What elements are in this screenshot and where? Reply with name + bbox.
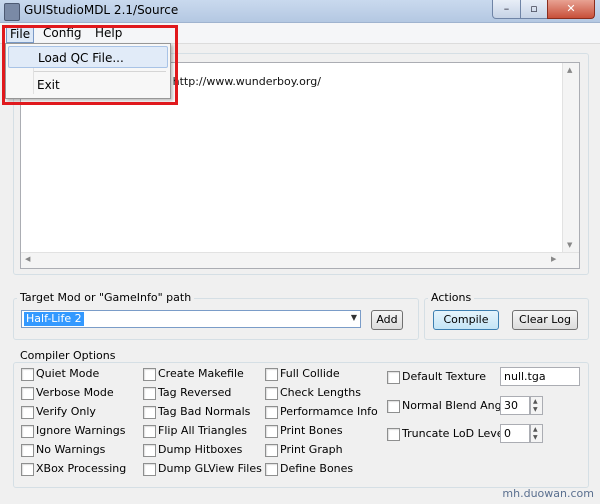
checkbox-box[interactable] [143,463,156,476]
truncate-lod-level-field[interactable]: 0 [500,424,530,443]
scroll-left-icon[interactable]: ◀ [25,255,30,263]
checkbox-box[interactable] [143,368,156,381]
checkbox-box[interactable] [143,387,156,400]
checkbox-label: Truncate LoD Level [402,427,507,440]
spin-down-icon[interactable]: ▼ [533,434,538,441]
menu-item-load-qc[interactable]: Load QC File... [8,46,168,68]
watermark-text: mh.duowan.com [502,487,594,500]
checkbox-label: Dump Hitboxes [158,443,243,456]
spin-up-icon[interactable]: ▲ [533,426,538,433]
checkbox-box[interactable] [21,368,34,381]
checkbox-label: Tag Bad Normals [158,405,251,418]
checkbox-label: Create Makefile [158,367,244,380]
chevron-down-icon[interactable]: ▼ [351,313,357,322]
clear-log-button[interactable]: Clear Log [512,310,578,330]
checkbox-box[interactable] [387,400,400,413]
checkbox-label: Quiet Mode [36,367,100,380]
close-button[interactable]: ✕ [547,0,595,19]
checkbox-label: Normal Blend Angle [402,399,512,412]
compile-button[interactable]: Compile [433,310,499,330]
title-bar: GUIStudioMDL 2.1/Source – ▫ ✕ [0,0,600,23]
checkbox-label: Full Collide [280,367,340,380]
menu-item-exit[interactable]: Exit [8,74,168,96]
minimize-button[interactable]: – [492,0,521,19]
checkbox-label: Default Texture [402,370,486,383]
menu-file[interactable]: File [6,25,35,43]
checkbox-label: Tag Reversed [158,386,232,399]
checkbox-box[interactable] [21,425,34,438]
menu-bar: File Config Help [0,23,600,44]
checkbox-box[interactable] [21,444,34,457]
spin-up-icon[interactable]: ▲ [533,398,538,405]
checkbox-box[interactable] [265,387,278,400]
target-mod-combobox[interactable]: Half-Life 2 ▼ [21,310,361,328]
vertical-scrollbar[interactable]: ▲ ▼ [562,63,579,253]
checkbox-box[interactable] [143,406,156,419]
default-texture-field[interactable]: null.tga [500,367,580,386]
checkbox-label: Flip All Triangles [158,424,247,437]
scroll-down-icon[interactable]: ▼ [567,241,572,249]
checkbox-box[interactable] [265,368,278,381]
target-mod-value: Half-Life 2 [24,312,84,326]
checkbox-label: Print Bones [280,424,343,437]
scroll-up-icon[interactable]: ▲ [567,66,572,74]
menu-config[interactable]: Config [40,25,85,41]
scroll-right-icon[interactable]: ▶ [551,255,556,263]
checkbox-label: Ignore Warnings [36,424,126,437]
truncate-lod-level-stepper[interactable]: ▲ ▼ [530,424,543,443]
checkbox-box[interactable] [21,406,34,419]
checkbox-label: XBox Processing [36,462,127,475]
checkbox-box[interactable] [143,425,156,438]
file-menu-dropdown: Load QC File... Exit [5,43,171,99]
spin-down-icon[interactable]: ▼ [533,406,538,413]
menu-help[interactable]: Help [92,25,125,41]
app-icon [4,3,20,21]
window-title: GUIStudioMDL 2.1/Source [24,3,179,17]
checkbox-box[interactable] [387,371,400,384]
compiler-options-label: Compiler Options [17,349,119,362]
checkbox-box[interactable] [21,387,34,400]
checkbox-label: Define Bones [280,462,354,475]
horizontal-scrollbar[interactable]: ◀ ▶ [21,252,579,268]
checkbox-box[interactable] [387,428,400,441]
checkbox-label: Verbose Mode [36,386,114,399]
actions-label: Actions [428,291,475,304]
add-button[interactable]: Add [371,310,403,330]
checkbox-label: Print Graph [280,443,343,456]
checkbox-label: No Warnings [36,443,106,456]
menu-separator [34,71,166,72]
normal-blend-angle-field[interactable]: 30 [500,396,530,415]
checkbox-box[interactable] [21,463,34,476]
checkbox-label: Dump GLView Files [158,462,262,475]
checkbox-label: Performamce Info [280,405,378,418]
checkbox-label: Verify Only [36,405,96,418]
target-label: Target Mod or "GameInfo" path [17,291,195,304]
checkbox-label: Check Lengths [280,386,362,399]
checkbox-box[interactable] [265,425,278,438]
normal-blend-angle-stepper[interactable]: ▲ ▼ [530,396,543,415]
maximize-button[interactable]: ▫ [520,0,548,19]
checkbox-box[interactable] [265,444,278,457]
checkbox-box[interactable] [265,463,278,476]
checkbox-box[interactable] [143,444,156,457]
checkbox-box[interactable] [265,406,278,419]
